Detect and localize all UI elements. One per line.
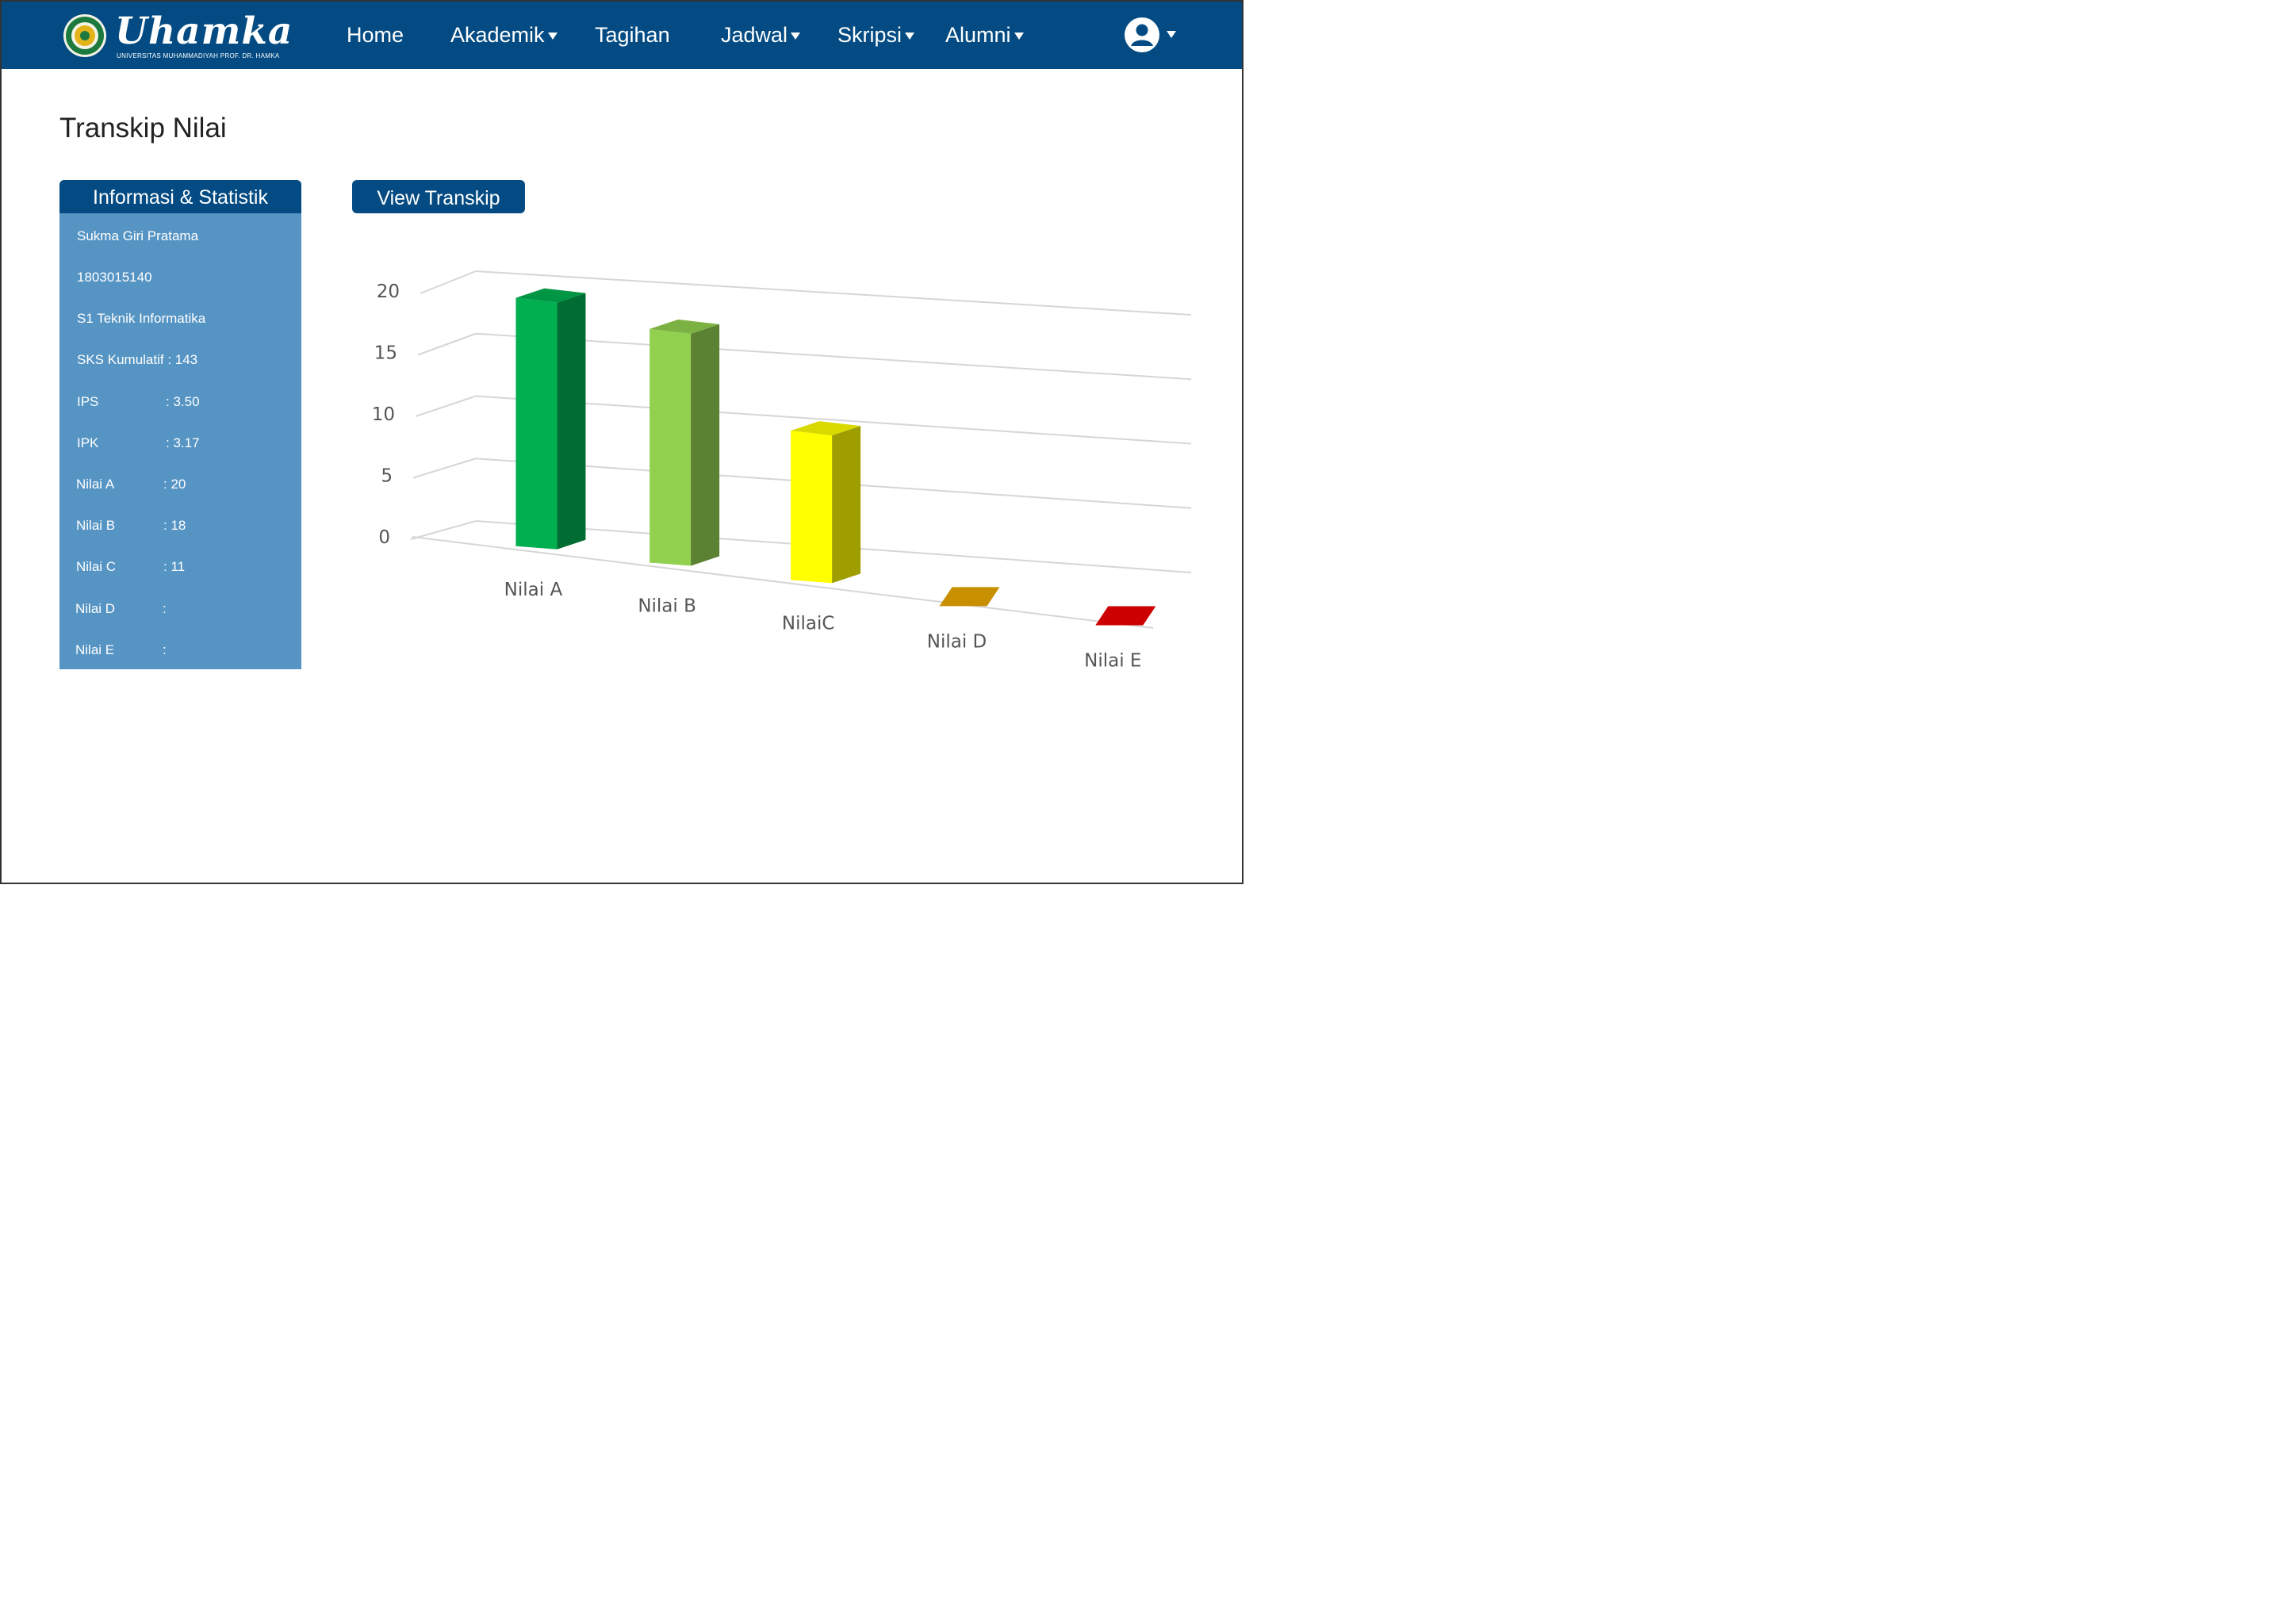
y-tick-label: 15 <box>374 343 397 364</box>
grade-distribution-chart: 0 5 10 15 20 Nilai A Nilai B NilaiC Nilai D Nilai… <box>372 270 1192 672</box>
grid-line-side <box>420 270 477 294</box>
y-tick-label: 20 <box>377 282 400 302</box>
bar-flat <box>939 587 1000 607</box>
y-tick-label: 10 <box>372 404 395 425</box>
bar-front <box>791 431 833 584</box>
bar-front <box>650 328 692 566</box>
x-tick-label: Nilai A <box>504 580 563 600</box>
bar-side <box>557 293 586 550</box>
bar-flat <box>1095 606 1156 626</box>
bar-front <box>515 297 558 550</box>
bar-side <box>691 324 720 566</box>
grid-line-side <box>417 332 477 356</box>
y-tick-label: 5 <box>381 466 393 487</box>
grid-line-side <box>412 458 477 479</box>
bar-side <box>832 426 861 584</box>
x-tick-label: NilaiC <box>782 613 835 634</box>
x-tick-label: Nilai B <box>638 596 696 617</box>
grid-line-side <box>410 520 477 540</box>
x-tick-label: Nilai D <box>927 631 987 652</box>
x-tick-label: Nilai E <box>1084 651 1141 672</box>
y-tick-label: 0 <box>378 527 390 548</box>
grid-line-side <box>415 395 477 417</box>
